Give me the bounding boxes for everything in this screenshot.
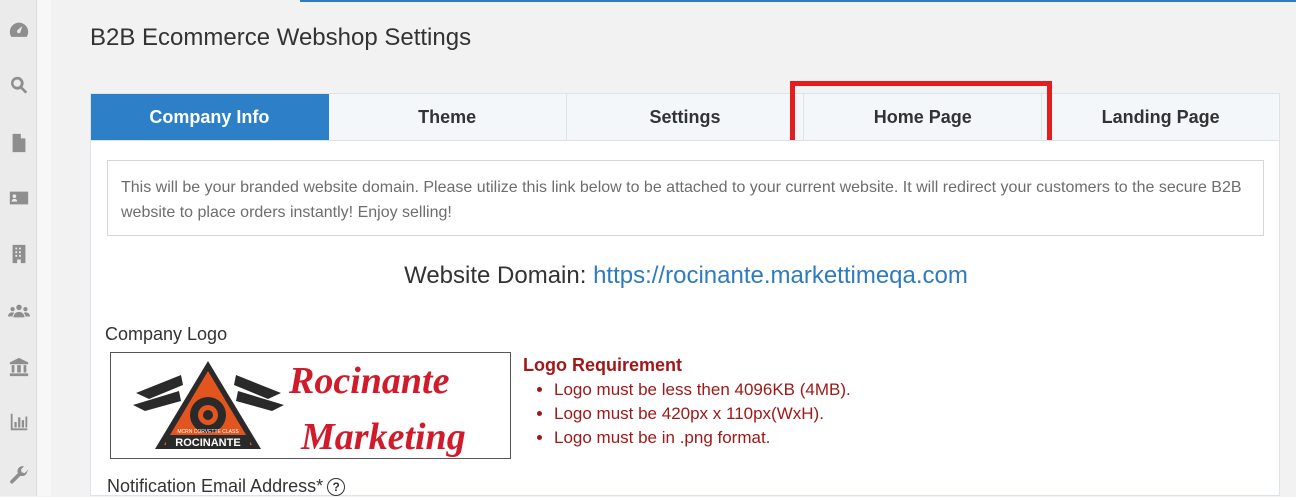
notification-email-label-text: Notification Email Address* xyxy=(107,476,324,496)
sidebar-gutter xyxy=(37,0,51,496)
logo-line1: Rocinante xyxy=(288,360,450,402)
sidebar xyxy=(0,0,37,496)
logo-requirement-item: Logo must be in .png format. xyxy=(554,426,851,450)
company-logo-image[interactable]: ROCINANTE MCRN CORVETTE CLASS Rocinante … xyxy=(110,352,511,459)
logo-requirement-item: Logo must be 420px x 110px(WxH). xyxy=(554,402,851,426)
logo-emblem-subtext: MCRN CORVETTE CLASS xyxy=(177,429,239,435)
document-icon[interactable] xyxy=(5,129,33,157)
search-icon[interactable] xyxy=(5,71,33,99)
company-logo-label: Company Logo xyxy=(105,324,228,344)
tab-theme[interactable]: Theme xyxy=(329,94,567,140)
users-icon[interactable] xyxy=(5,297,33,325)
tab-landing-page[interactable]: Landing Page xyxy=(1042,94,1279,140)
logo-gear-hub xyxy=(203,410,213,420)
website-domain-label: Website Domain: xyxy=(404,262,587,289)
logo-requirement: Logo Requirement Logo must be less then … xyxy=(523,354,851,450)
logo-requirement-list: Logo must be less then 4096KB (4MB). Log… xyxy=(523,378,851,450)
website-domain: Website Domain: https://rocinante.market… xyxy=(0,262,1296,290)
dashboard-icon[interactable] xyxy=(5,16,33,44)
page-title: B2B Ecommerce Webshop Settings xyxy=(90,24,472,51)
tab-company-info[interactable]: Company Info xyxy=(91,94,329,140)
contact-card-icon[interactable] xyxy=(5,184,33,212)
help-icon[interactable]: ? xyxy=(327,478,346,497)
website-domain-link[interactable]: https://rocinante.markettimeqa.com xyxy=(593,262,968,289)
wrench-icon[interactable] xyxy=(5,462,33,490)
domain-notice: This will be your branded website domain… xyxy=(107,160,1264,236)
logo-requirement-item: Logo must be less then 4096KB (4MB). xyxy=(554,378,851,402)
logo-line2: Marketing xyxy=(300,416,466,458)
logo-graphic: ROCINANTE MCRN CORVETTE CLASS Rocinante … xyxy=(133,360,466,458)
logo-emblem-text: ROCINANTE xyxy=(175,437,240,449)
settings-tabs: Company Info Theme Settings Home Page La… xyxy=(90,93,1280,140)
logo-requirement-title: Logo Requirement xyxy=(523,355,683,375)
notification-email-label: Notification Email Address*? xyxy=(107,476,346,497)
tab-settings[interactable]: Settings xyxy=(567,94,805,140)
bank-icon[interactable] xyxy=(5,353,33,381)
bar-chart-icon[interactable] xyxy=(5,408,33,436)
top-accent-line xyxy=(300,0,1296,2)
